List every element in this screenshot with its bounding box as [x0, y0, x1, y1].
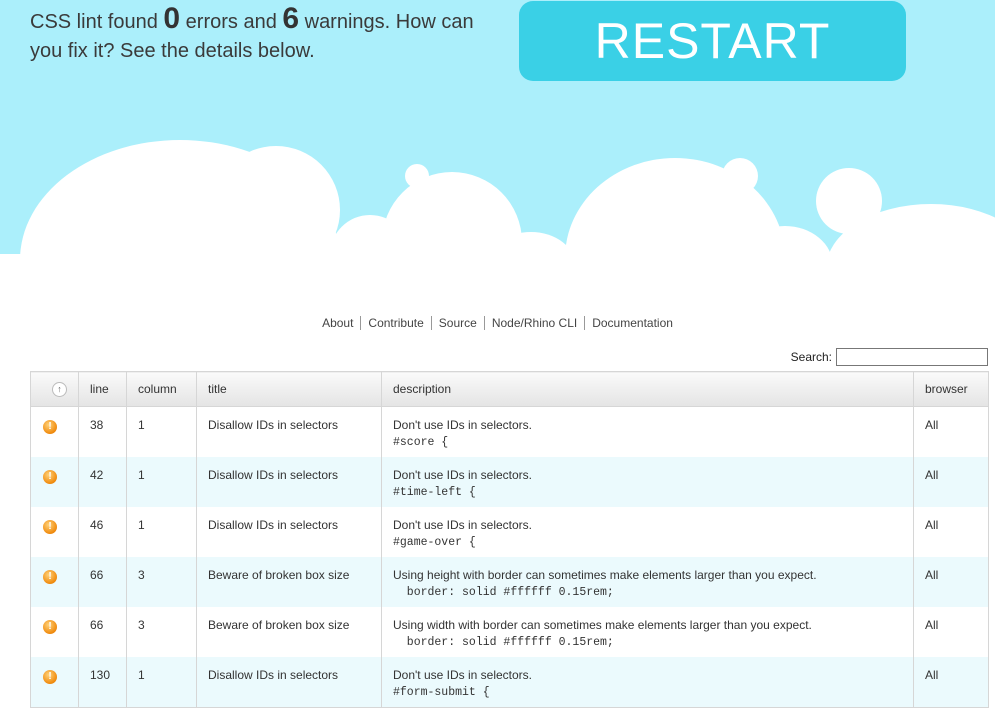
code-snippet: border: solid #ffffff 0.15rem; — [393, 636, 614, 649]
description-text: Don't use IDs in selectors. — [393, 518, 533, 532]
column-header-description[interactable]: description — [381, 371, 914, 407]
cell-column: 3 — [126, 557, 197, 607]
table-row: ! 42 1 Disallow IDs in selectors Don't u… — [30, 457, 989, 507]
nav-link-documentation[interactable]: Documentation — [584, 316, 680, 330]
table-header-row: ↑ line column title description browser — [30, 371, 989, 407]
warning-icon: ! — [43, 520, 57, 534]
cell-title: Beware of broken box size — [196, 557, 382, 607]
table-row: ! 66 3 Beware of broken box size Using w… — [30, 607, 989, 657]
cell-line: 42 — [78, 457, 127, 507]
code-snippet: border: solid #ffffff 0.15rem; — [393, 586, 614, 599]
cell-line: 66 — [78, 557, 127, 607]
cell-line: 38 — [78, 406, 127, 457]
cloud-shape — [405, 164, 429, 188]
code-snippet: #time-left { — [393, 486, 476, 499]
page-background — [0, 254, 995, 300]
summary-text: errors and — [180, 11, 283, 33]
column-header-line[interactable]: line — [78, 371, 127, 407]
cell-column: 3 — [126, 607, 197, 657]
cell-browser: All — [913, 507, 989, 557]
cell-title: Disallow IDs in selectors — [196, 507, 382, 557]
sky-header: CSS lint found 0 errors and 6 warnings. … — [0, 0, 995, 300]
description-text: Using height with border can sometimes m… — [393, 568, 817, 582]
cell-browser: All — [913, 457, 989, 507]
cell-browser: All — [913, 607, 989, 657]
warning-icon: ! — [43, 620, 57, 634]
warnings-table: ↑ line column title description browser … — [30, 371, 989, 708]
cell-description: Don't use IDs in selectors. #score { — [381, 406, 914, 457]
column-header-title[interactable]: title — [196, 371, 382, 407]
cell-column: 1 — [126, 507, 197, 557]
description-text: Using width with border can sometimes ma… — [393, 618, 812, 632]
cell-description: Using height with border can sometimes m… — [381, 557, 914, 607]
cell-description: Using width with border can sometimes ma… — [381, 607, 914, 657]
table-row: ! 46 1 Disallow IDs in selectors Don't u… — [30, 507, 989, 557]
restart-button[interactable]: RESTART — [519, 1, 906, 81]
cloud-shape — [722, 158, 758, 194]
footer-nav: About Contribute Source Node/Rhino CLI Docum… — [0, 316, 995, 330]
cell-title: Beware of broken box size — [196, 607, 382, 657]
lint-summary: CSS lint found 0 errors and 6 warnings. … — [30, 4, 500, 66]
nav-link-about[interactable]: About — [315, 316, 360, 330]
cell-title: Disallow IDs in selectors — [196, 406, 382, 457]
description-text: Don't use IDs in selectors. — [393, 418, 533, 432]
warning-icon: ! — [43, 420, 57, 434]
table-row: ! 66 3 Beware of broken box size Using h… — [30, 557, 989, 607]
table-row: ! 38 1 Disallow IDs in selectors Don't u… — [30, 406, 989, 457]
description-text: Don't use IDs in selectors. — [393, 668, 533, 682]
cell-title: Disallow IDs in selectors — [196, 657, 382, 708]
csslint-results-page: CSS lint found 0 errors and 6 warnings. … — [0, 0, 995, 715]
cell-browser: All — [913, 657, 989, 708]
sort-arrow-icon[interactable]: ↑ — [52, 382, 67, 397]
description-text: Don't use IDs in selectors. — [393, 468, 533, 482]
column-header-column[interactable]: column — [126, 371, 197, 407]
cell-column: 1 — [126, 457, 197, 507]
column-header-browser[interactable]: browser — [913, 371, 989, 407]
summary-text: CSS lint found — [30, 11, 164, 33]
code-snippet: #game-over { — [393, 536, 476, 549]
code-snippet: #score { — [393, 436, 449, 449]
table-search: Search: — [791, 348, 988, 366]
cell-title: Disallow IDs in selectors — [196, 457, 382, 507]
cell-description: Don't use IDs in selectors. #game-over { — [381, 507, 914, 557]
cell-column: 1 — [126, 657, 197, 708]
code-snippet: #form-submit { — [393, 686, 490, 699]
cell-line: 46 — [78, 507, 127, 557]
search-input[interactable] — [836, 348, 988, 366]
warning-icon: ! — [43, 470, 57, 484]
cell-column: 1 — [126, 406, 197, 457]
warning-icon: ! — [43, 670, 57, 684]
nav-link-cli[interactable]: Node/Rhino CLI — [483, 316, 585, 330]
cell-browser: All — [913, 406, 989, 457]
cell-line: 130 — [78, 657, 127, 708]
search-label: Search: — [790, 350, 832, 364]
error-count: 0 — [163, 2, 181, 35]
warning-count: 6 — [282, 2, 300, 35]
nav-link-source[interactable]: Source — [430, 316, 484, 330]
table-row: ! 130 1 Disallow IDs in selectors Don't … — [30, 657, 989, 708]
cell-line: 66 — [78, 607, 127, 657]
cell-description: Don't use IDs in selectors. #form-submit … — [381, 657, 914, 708]
column-header-type[interactable]: ↑ — [30, 371, 79, 407]
nav-link-contribute[interactable]: Contribute — [360, 316, 431, 330]
cell-browser: All — [913, 557, 989, 607]
warning-icon: ! — [43, 570, 57, 584]
cell-description: Don't use IDs in selectors. #time-left { — [381, 457, 914, 507]
